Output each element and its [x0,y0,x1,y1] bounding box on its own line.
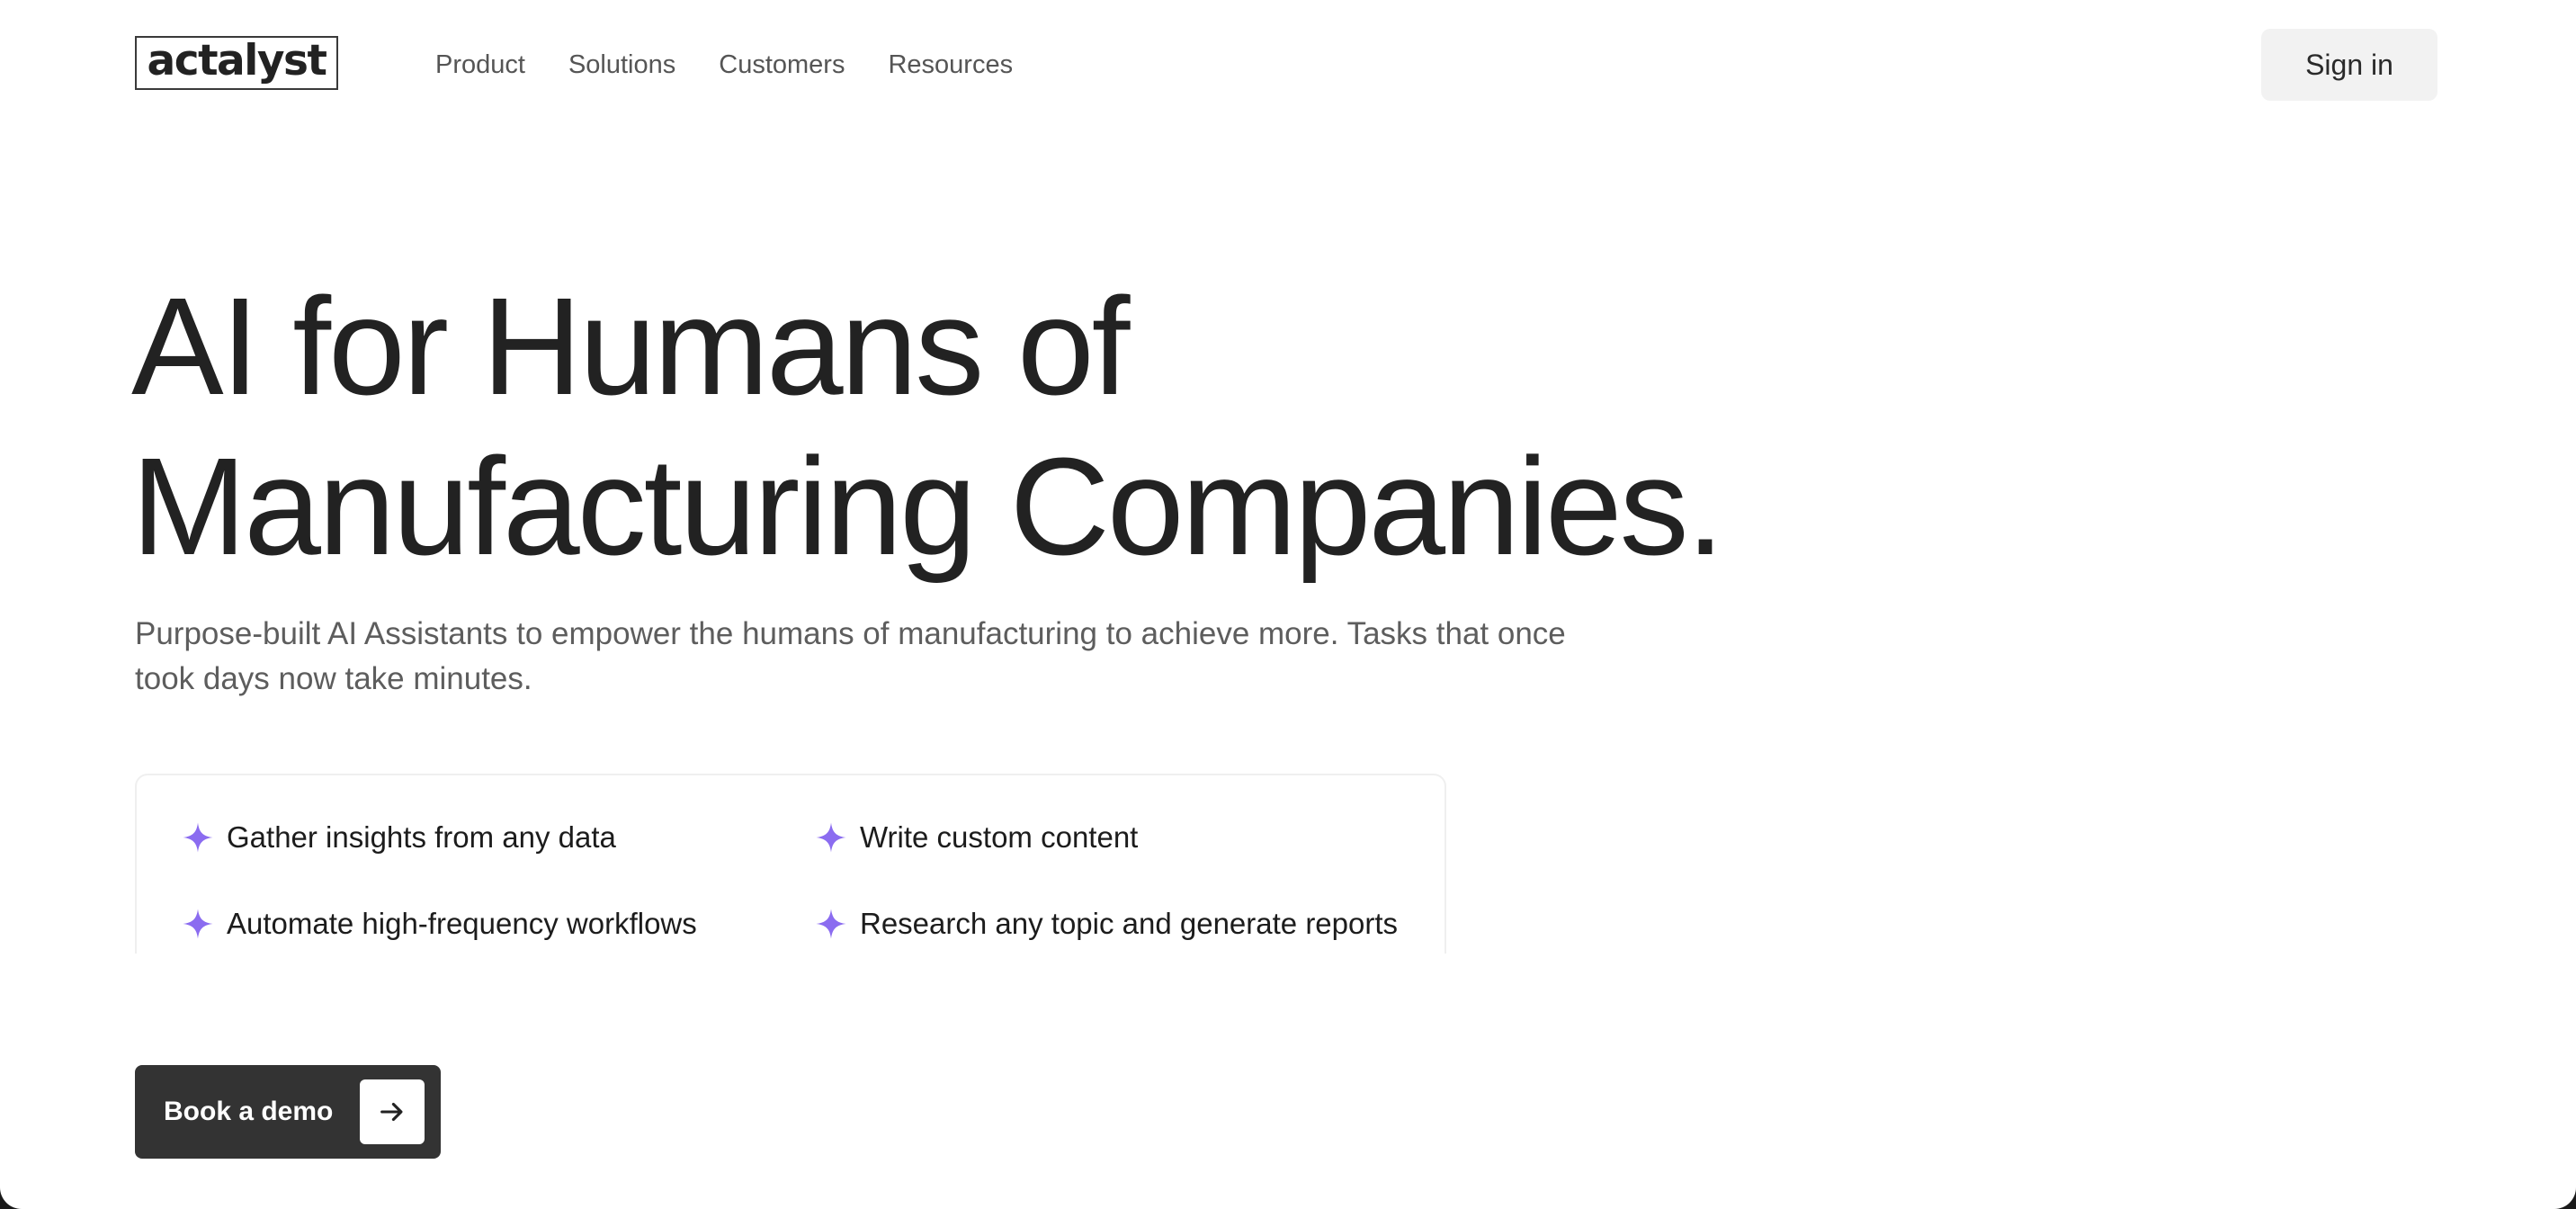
feature-item: Write custom content [815,820,1138,855]
feature-item: Automate high-frequency workflows [182,907,697,941]
feature-label: Research any topic and generate reports [860,907,1399,940]
hero-subtitle: Purpose-built AI Assistants to empower t… [135,616,1566,696]
features-card: Gather insights from any data Write cust… [135,774,1446,954]
arrow-right-icon [380,1102,403,1122]
site-header: actalyst Product Solutions Customers Res… [0,0,2576,130]
hero-title-line-2: Manufacturing Companies. [131,429,1724,584]
nav-item-solutions[interactable]: Solutions [568,50,675,80]
book-demo-label: Book a demo [164,1097,334,1126]
sign-in-button[interactable]: Sign in [2261,29,2437,101]
nav-item-customers[interactable]: Customers [719,50,845,80]
sparkle-icon [816,822,846,853]
feature-label: Write custom content [860,820,1139,854]
sparkle-icon [816,909,846,939]
nav-item-product[interactable]: Product [435,50,525,80]
brand-logo-text: actalyst [147,35,327,85]
hero-title: AI for Humans of Manufacturing Companies… [131,266,2020,587]
feature-item: Gather insights from any data [182,820,616,855]
book-demo-button[interactable]: Book a demo [135,1065,441,1159]
nav-item-resources[interactable]: Resources [888,50,1013,80]
sparkle-icon [183,909,213,939]
sparkle-icon [183,822,213,853]
arrow-box [360,1079,425,1144]
brand-logo[interactable]: actalyst [135,36,338,90]
feature-label: Gather insights from any data [227,820,616,854]
feature-item: Research any topic and generate reports [815,907,1398,941]
feature-label: Automate high-frequency workflows [227,907,697,940]
hero-title-line-1: AI for Humans of [131,269,1130,424]
main-nav: Product Solutions Customers Resources [435,47,1013,83]
page: actalyst Product Solutions Customers Res… [0,0,2576,1209]
